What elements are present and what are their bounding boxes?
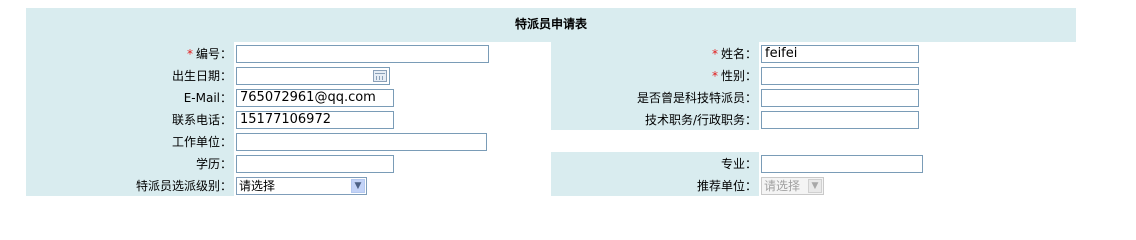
- label-major: 专业：: [720, 157, 757, 171]
- former-tech-specialist-input[interactable]: [761, 89, 919, 107]
- position-input[interactable]: [761, 111, 919, 129]
- recommend-select: 请选择 ▼: [761, 177, 824, 195]
- label-workplace: 工作单位：: [171, 135, 232, 149]
- gender-input[interactable]: [761, 67, 919, 85]
- education-input[interactable]: [236, 155, 394, 173]
- name-input[interactable]: feifei: [761, 45, 919, 63]
- label-email: E-Mail：: [183, 91, 232, 105]
- calendar-icon[interactable]: [373, 70, 387, 82]
- birthdate-input[interactable]: [236, 67, 390, 85]
- label-gender: * 性别：: [711, 69, 757, 83]
- chevron-down-icon: ▼: [808, 179, 822, 193]
- label-phone: 联系电话：: [171, 113, 232, 127]
- required-mark: *: [711, 47, 718, 61]
- label-recommend: 推荐单位：: [696, 179, 757, 193]
- label-tech-before: 是否曾是科技特派员：: [636, 91, 757, 105]
- level-select[interactable]: 请选择 ▼: [236, 177, 367, 195]
- label-level: 特派员选派级别：: [135, 179, 232, 193]
- label-xingming: * 姓名：: [711, 47, 757, 61]
- email-input[interactable]: 765072961@qq.com: [236, 89, 394, 107]
- required-mark: *: [186, 47, 193, 61]
- required-mark: *: [711, 69, 718, 83]
- form-title: 特派员申请表: [514, 17, 587, 31]
- label-education: 学历：: [195, 157, 232, 171]
- label-birth: 出生日期：: [171, 69, 232, 83]
- label-position: 技术职务/行政职务：: [644, 113, 757, 127]
- major-input[interactable]: [761, 155, 923, 173]
- label-bianhao: * 编号：: [186, 47, 232, 61]
- bianhao-input[interactable]: [236, 45, 489, 63]
- level-select-value: 请选择: [239, 179, 276, 193]
- chevron-down-icon[interactable]: ▼: [351, 179, 365, 193]
- recommend-select-value: 请选择: [764, 179, 801, 193]
- phone-input[interactable]: 15177106972: [236, 111, 394, 129]
- workplace-input[interactable]: [236, 133, 487, 151]
